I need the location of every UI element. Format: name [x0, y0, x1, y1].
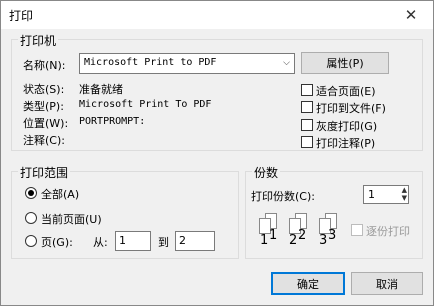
range-current-radio[interactable]: [25, 212, 37, 224]
print-range-title: 打印范围: [18, 164, 71, 181]
title-bar: 打印 ✕: [1, 1, 433, 29]
range-to-label: 到: [158, 236, 169, 249]
printer-select[interactable]: Microsoft Print to PDF ⌵: [79, 53, 295, 74]
print-dialog: 打印 ✕ 打印机 名称(N): Microsoft Print to PDF ⌵…: [0, 0, 434, 306]
grayscale-label[interactable]: 灰度打印(G): [316, 118, 377, 134]
range-to-input[interactable]: 2: [175, 231, 215, 251]
spin-down-icon[interactable]: ▼: [402, 194, 407, 202]
copies-title: 份数: [252, 164, 281, 181]
fit-page-checkbox[interactable]: [301, 84, 313, 96]
collate-page-number: 2: [289, 233, 298, 248]
copies-spin-input[interactable]: 1 ▲ ▼: [363, 185, 409, 204]
range-pages-label[interactable]: 页(G):: [41, 234, 73, 250]
collate-page-number: 1: [269, 228, 278, 243]
fit-page-label[interactable]: 适合页面(E): [316, 83, 376, 99]
print-to-file-checkbox[interactable]: [301, 101, 313, 113]
collate-page-number: 3: [328, 228, 337, 243]
collate-page-number: 2: [298, 228, 307, 243]
collate-page-number: 1: [260, 233, 269, 248]
range-from-input[interactable]: 1: [115, 231, 151, 251]
window-title: 打印: [9, 9, 34, 23]
collate-label[interactable]: 逐份打印: [366, 223, 410, 239]
copies-label: 打印份数(C):: [251, 190, 315, 203]
collate-page-number: 3: [319, 233, 328, 248]
where-label: 位置(W):: [23, 117, 69, 130]
spin-up-icon[interactable]: ▲: [402, 186, 407, 194]
type-value: Microsoft Print To PDF: [79, 99, 212, 110]
range-all-radio[interactable]: [25, 187, 37, 199]
cancel-button[interactable]: 取消: [351, 272, 423, 295]
properties-button[interactable]: 属性(P): [301, 52, 389, 74]
comment-label: 注释(C):: [23, 134, 65, 147]
copies-value: 1: [368, 188, 375, 201]
status-value: 准备就绪: [79, 83, 123, 96]
collate-checkbox[interactable]: [351, 224, 363, 236]
print-to-file-label[interactable]: 打印到文件(F): [316, 100, 386, 116]
ok-button[interactable]: 确定: [271, 272, 345, 295]
type-label: 类型(P):: [23, 100, 64, 113]
close-icon[interactable]: ✕: [389, 1, 433, 29]
where-value: PORTPROMPT:: [79, 116, 146, 127]
range-from-label: 从:: [93, 236, 108, 249]
printer-group-title: 打印机: [18, 32, 59, 49]
print-comments-checkbox[interactable]: [301, 136, 313, 148]
range-all-label[interactable]: 全部(A): [41, 186, 79, 202]
print-comments-label[interactable]: 打印注释(P): [316, 135, 375, 151]
range-current-label[interactable]: 当前页面(U): [41, 211, 102, 227]
grayscale-checkbox[interactable]: [301, 119, 313, 131]
chevron-down-icon: ⌵: [283, 58, 290, 68]
printer-select-value: Microsoft Print to PDF: [84, 57, 217, 68]
printer-name-label: 名称(N):: [23, 59, 66, 72]
status-label: 状态(S):: [23, 83, 65, 96]
range-pages-radio[interactable]: [25, 235, 37, 247]
